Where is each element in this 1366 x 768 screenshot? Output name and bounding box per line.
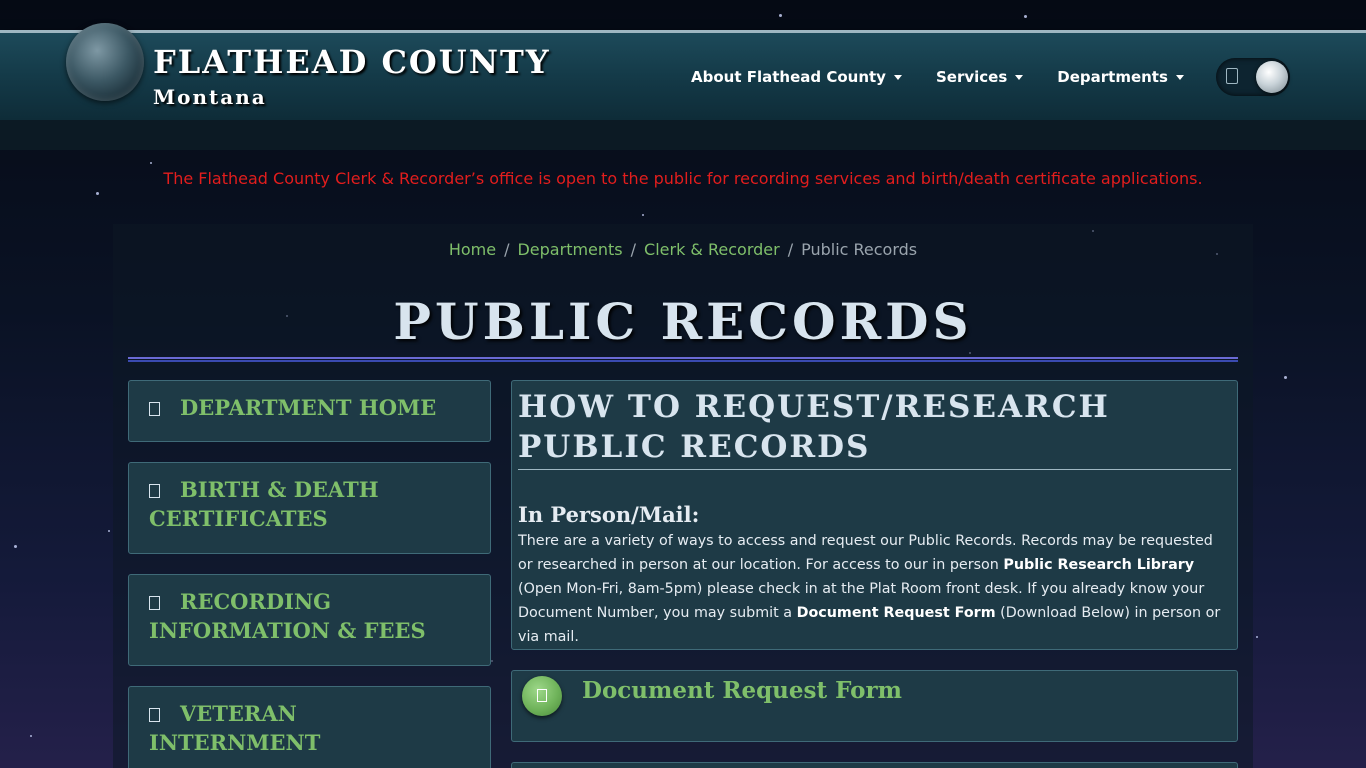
section-heading: HOW TO REQUEST/RESEARCH PUBLIC RECORDS — [518, 387, 1231, 470]
square-icon — [149, 484, 160, 498]
office-alert: The Flathead County Clerk & Recorder’s o… — [163, 169, 1203, 188]
breadcrumb-separator: / — [630, 240, 637, 259]
next-card — [511, 762, 1238, 768]
theme-toggle[interactable] — [1216, 58, 1290, 96]
page-title: PUBLIC RECORDS — [393, 292, 973, 351]
sidebar-item-birth-death-certificates[interactable]: BIRTH & DEATH CERTIFICATES — [128, 462, 491, 554]
nav-departments[interactable]: Departments — [1057, 68, 1184, 86]
caret-down-icon — [1015, 74, 1024, 80]
caret-down-icon — [893, 74, 902, 80]
square-icon — [149, 596, 160, 610]
public-research-library-text: Public Research Library — [1003, 557, 1195, 573]
download-icon[interactable] — [522, 676, 562, 716]
sidebar-item-veteran-internment[interactable]: VETERAN INTERNMENT — [128, 686, 491, 768]
theme-icon — [1226, 68, 1238, 84]
square-icon — [149, 402, 160, 416]
sidebar-item-label: RECORDING INFORMATION & FEES — [149, 589, 426, 643]
site-title[interactable]: FLATHEAD COUNTY — [153, 43, 551, 81]
request-description: There are a variety of ways to access an… — [518, 529, 1231, 649]
breadcrumb: Home / Departments / Clerk & Recorder / Public… — [0, 240, 1366, 259]
document-request-form-title[interactable]: Document Request Form — [582, 677, 902, 704]
in-person-mail-heading: In Person/Mail: — [518, 502, 700, 527]
document-request-form-text: Document Request Form — [796, 605, 996, 621]
caret-down-icon — [1175, 74, 1184, 80]
county-logo-orb[interactable] — [66, 23, 144, 101]
sidebar-item-recording-information-fees[interactable]: RECORDING INFORMATION & FEES — [128, 574, 491, 666]
breadcrumb-clerk-recorder[interactable]: Clerk & Recorder — [644, 240, 780, 259]
header-band — [0, 120, 1366, 150]
site-header: FLATHEAD COUNTY Montana About Flathead C… — [0, 23, 1366, 120]
nav-services-label: Services — [935, 68, 1008, 86]
sidebar-item-label: DEPARTMENT HOME — [180, 395, 437, 420]
breadcrumb-home[interactable]: Home — [449, 240, 496, 259]
nav-services[interactable]: Services — [935, 68, 1024, 86]
breadcrumb-separator: / — [504, 240, 510, 259]
breadcrumb-current: Public Records — [801, 240, 918, 259]
site-subtitle: Montana — [153, 85, 267, 109]
main-nav: About Flathead County Services Departmen… — [691, 68, 1218, 86]
toggle-knob — [1256, 61, 1288, 93]
sidebar-item-department-home[interactable]: DEPARTMENT HOME — [128, 380, 491, 442]
breadcrumb-separator: / — [787, 240, 794, 259]
square-icon — [149, 708, 160, 722]
document-icon — [537, 689, 547, 702]
nav-about-label: About Flathead County — [691, 68, 886, 86]
nav-about-flathead-county[interactable]: About Flathead County — [691, 68, 902, 86]
nav-departments-label: Departments — [1057, 68, 1168, 86]
title-divider — [128, 357, 1238, 362]
document-request-form-card[interactable]: Document Request Form — [511, 670, 1238, 742]
sidebar-item-label: VETERAN INTERNMENT — [149, 701, 321, 755]
breadcrumb-departments[interactable]: Departments — [517, 240, 622, 259]
request-info-card: HOW TO REQUEST/RESEARCH PUBLIC RECORDS I… — [511, 380, 1238, 650]
sidebar-item-label: BIRTH & DEATH CERTIFICATES — [149, 477, 379, 531]
